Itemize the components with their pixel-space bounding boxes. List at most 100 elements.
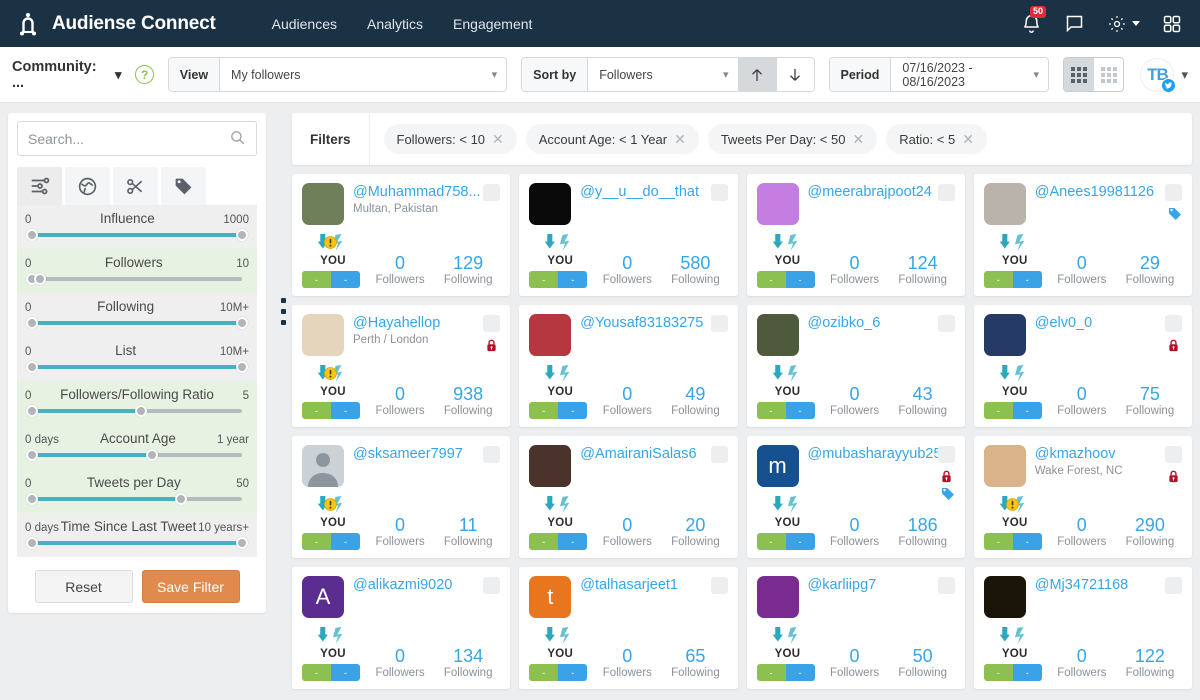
slider-knob-right[interactable] [34, 273, 46, 285]
messages-icon[interactable] [1064, 13, 1085, 34]
slider-track[interactable] [32, 233, 242, 237]
select-profile-checkbox[interactable] [1165, 577, 1182, 594]
close-icon[interactable]: ✕ [492, 132, 504, 146]
profile-card[interactable]: @Muhammad758...Multan, PakistanYOU--0Fol… [292, 174, 510, 296]
grid-view-loose-button[interactable] [1094, 58, 1124, 91]
slider-track[interactable] [32, 497, 242, 501]
help-icon[interactable]: ? [135, 65, 153, 84]
select-profile-checkbox[interactable] [711, 446, 728, 463]
select-profile-checkbox[interactable] [483, 446, 500, 463]
slider-track[interactable] [32, 541, 242, 545]
profile-handle[interactable]: @ozibko_6 [808, 315, 955, 331]
slider-track[interactable] [32, 321, 242, 325]
slider-knob-left[interactable] [26, 229, 38, 241]
close-icon[interactable]: ✕ [962, 132, 974, 146]
tab-sliders[interactable] [17, 167, 62, 205]
view-select[interactable]: My followers ▾ [220, 58, 506, 91]
slider-knob-left[interactable] [26, 361, 38, 373]
profile-handle[interactable]: @Hayahellop [353, 315, 500, 331]
filter-chip[interactable]: Ratio: < 5✕ [886, 124, 987, 154]
grid-view-dense-button[interactable] [1064, 58, 1094, 91]
slider-knob-right[interactable] [236, 537, 248, 549]
profile-card[interactable]: @kmazhoovWake Forest, NCYOU--0Followers2… [974, 436, 1192, 558]
period-select[interactable]: 07/16/2023 - 08/16/2023 ▾ [891, 58, 1048, 91]
panel-resize-handle[interactable] [274, 113, 292, 698]
sort-select[interactable]: Followers ▾ [588, 58, 737, 91]
profile-handle[interactable]: @mubasharayyub25 [808, 446, 955, 462]
profile-card[interactable]: @karliipg7YOU--0Followers50Following [747, 567, 965, 689]
select-profile-checkbox[interactable] [938, 446, 955, 463]
sort-descending-button[interactable] [776, 58, 814, 91]
select-profile-checkbox[interactable] [711, 577, 728, 594]
profile-card[interactable]: m@mubasharayyub25YOU--0Followers186Follo… [747, 436, 965, 558]
select-profile-checkbox[interactable] [483, 184, 500, 201]
profile-handle[interactable]: @y__u__do__that [580, 184, 727, 200]
slider-knob-right[interactable] [146, 449, 158, 461]
search-input[interactable] [28, 131, 229, 147]
sort-ascending-button[interactable] [738, 58, 776, 91]
select-profile-checkbox[interactable] [938, 184, 955, 201]
community-selector[interactable]: Community: ... ▾ [12, 59, 121, 91]
filter-chip[interactable]: Tweets Per Day: < 50✕ [708, 124, 877, 154]
profile-handle[interactable]: @Muhammad758... [353, 184, 500, 200]
profile-handle[interactable]: @Mj34721168 [1035, 577, 1182, 593]
profile-handle[interactable]: @karliipg7 [808, 577, 955, 593]
search-box[interactable] [17, 121, 257, 156]
select-profile-checkbox[interactable] [1165, 446, 1182, 463]
profile-handle[interactable]: @meerabrajpoot24 [808, 184, 955, 200]
profile-card[interactable]: @Yousaf83183275YOU--0Followers49Followin… [519, 305, 737, 427]
profile-handle[interactable]: @elv0_0 [1035, 315, 1182, 331]
slider-track[interactable] [32, 453, 242, 457]
tag-icon[interactable] [1167, 206, 1183, 225]
slider-knob-right[interactable] [236, 317, 248, 329]
select-profile-checkbox[interactable] [711, 184, 728, 201]
slider-knob-right[interactable] [175, 493, 187, 505]
slider-knob-right[interactable] [236, 229, 248, 241]
slider-track[interactable] [32, 409, 242, 413]
slider-knob-right[interactable] [236, 361, 248, 373]
profile-handle[interactable]: @alikazmi9020 [353, 577, 500, 593]
filter-chip[interactable]: Followers: < 10✕ [384, 124, 517, 154]
select-profile-checkbox[interactable] [711, 315, 728, 332]
profile-card[interactable]: t@talhasarjeet1YOU--0Followers65Followin… [519, 567, 737, 689]
reset-button[interactable]: Reset [35, 570, 133, 603]
slider-track[interactable] [32, 365, 242, 369]
slider-track[interactable] [32, 277, 242, 281]
profile-card[interactable]: @sksameer7997YOU--0Followers11Following [292, 436, 510, 558]
profile-handle[interactable]: @Yousaf83183275 [580, 315, 727, 331]
profile-card[interactable]: @AmairaniSalas6YOU--0Followers20Followin… [519, 436, 737, 558]
profile-handle[interactable]: @sksameer7997 [353, 446, 500, 462]
nav-link-audiences[interactable]: Audiences [272, 16, 337, 32]
brand-logo[interactable]: Audiense Connect [14, 10, 216, 38]
slider-knob-left[interactable] [26, 493, 38, 505]
profile-handle[interactable]: @Anees19981126 [1035, 184, 1182, 200]
slider-knob-left[interactable] [26, 449, 38, 461]
select-profile-checkbox[interactable] [1165, 184, 1182, 201]
close-icon[interactable]: ✕ [674, 132, 686, 146]
settings-gear-icon[interactable] [1107, 14, 1140, 34]
select-profile-checkbox[interactable] [938, 315, 955, 332]
profile-handle[interactable]: @talhasarjeet1 [580, 577, 727, 593]
profile-handle[interactable]: @AmairaniSalas6 [580, 446, 727, 462]
profile-card[interactable]: @elv0_0YOU--0Followers75Following [974, 305, 1192, 427]
close-icon[interactable]: ✕ [852, 132, 864, 146]
nav-link-engagement[interactable]: Engagement [453, 16, 532, 32]
select-profile-checkbox[interactable] [938, 577, 955, 594]
slider-knob-left[interactable] [26, 317, 38, 329]
slider-knob-right[interactable] [135, 405, 147, 417]
slider-knob-left[interactable] [26, 405, 38, 417]
save-filter-button[interactable]: Save Filter [142, 570, 240, 603]
apps-grid-icon[interactable] [1162, 14, 1182, 34]
tab-scissors[interactable] [113, 167, 158, 205]
profile-card[interactable]: @y__u__do__thatYOU--0Followers580Followi… [519, 174, 737, 296]
select-profile-checkbox[interactable] [483, 577, 500, 594]
nav-link-analytics[interactable]: Analytics [367, 16, 423, 32]
filter-chip[interactable]: Account Age: < 1 Year✕ [526, 124, 699, 154]
account-avatar[interactable]: TB [1140, 58, 1174, 92]
account-chevron-down-icon[interactable]: ▾ [1181, 67, 1188, 83]
select-profile-checkbox[interactable] [483, 315, 500, 332]
profile-card[interactable]: @Mj34721168YOU--0Followers122Following [974, 567, 1192, 689]
profile-card[interactable]: A@alikazmi9020YOU--0Followers134Followin… [292, 567, 510, 689]
slider-knob-left[interactable] [26, 537, 38, 549]
tab-tags[interactable] [161, 167, 206, 205]
